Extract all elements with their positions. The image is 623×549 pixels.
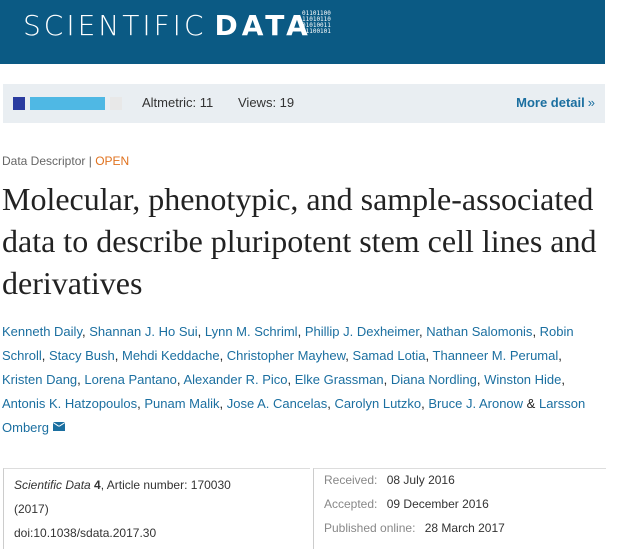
journal-masthead: SCIENTIFIC DATA 01101100 11010110 0101001…: [0, 0, 605, 64]
logo-data-word: DATA: [214, 9, 312, 42]
received-date: 08 July 2016: [386, 473, 455, 487]
article-title: Molecular, phenotypic, and sample-associ…: [2, 181, 597, 301]
altmetric-score[interactable]: Altmetric: 11: [142, 95, 213, 110]
published-row: Published online: 28 March 2017: [324, 521, 505, 535]
author-link[interactable]: Stacy Bush: [49, 348, 115, 363]
received-row: Received: 08 July 2016: [324, 473, 455, 487]
volume-number: 4: [94, 478, 101, 492]
article-number: , Article number: 170030: [100, 478, 231, 492]
author-link[interactable]: Jose A. Cancelas: [227, 396, 327, 411]
article-metrics-bar: Altmetric: 11 Views: 19 More detail»: [3, 84, 605, 123]
more-detail-link[interactable]: More detail»: [516, 95, 595, 110]
author-link[interactable]: Kenneth Daily: [2, 324, 82, 339]
published-date: 28 March 2017: [424, 521, 505, 535]
altmetric-segment: [30, 97, 55, 110]
accepted-row: Accepted: 09 December 2016: [324, 497, 489, 511]
altmetric-segment: [13, 97, 25, 110]
author-link[interactable]: Shannan J. Ho Sui: [89, 324, 197, 339]
author-link[interactable]: Bruce J. Aronow: [428, 396, 523, 411]
logo-binary-graphic: 01101100 11010110 01010011 01100101: [302, 10, 331, 35]
author-link[interactable]: Kristen Dang: [2, 372, 77, 387]
open-access-badge: OPEN: [95, 154, 130, 168]
author-link[interactable]: Elke Grassman: [295, 372, 384, 387]
more-detail-label: More detail: [516, 95, 585, 110]
article-type: Data Descriptor: [2, 154, 86, 168]
altmetric-donut-icon[interactable]: [13, 97, 122, 110]
author-link[interactable]: Christopher Mayhew: [227, 348, 346, 363]
author-link[interactable]: Phillip J. Dexheimer: [305, 324, 419, 339]
views-count: Views: 19: [238, 95, 295, 110]
author-separator: &: [526, 396, 536, 411]
author-link[interactable]: Lorena Pantano: [84, 372, 177, 387]
published-label: Published online:: [324, 521, 416, 535]
double-chevron-right-icon: »: [587, 95, 595, 110]
author-link[interactable]: Lynn M. Schriml: [205, 324, 298, 339]
journal-logo[interactable]: SCIENTIFIC DATA: [23, 9, 312, 42]
accepted-label: Accepted:: [324, 497, 378, 511]
doi[interactable]: doi:10.1038/sdata.2017.30: [14, 526, 156, 540]
author-list: Kenneth Daily, Shannan J. Ho Sui, Lynn M…: [2, 324, 586, 435]
author-link[interactable]: Carolyn Lutzko: [334, 396, 421, 411]
logo-text: SCIENTIFIC: [23, 9, 207, 42]
author-link[interactable]: Winston Hide: [484, 372, 561, 387]
citation-year: (2017): [14, 502, 49, 516]
author-link[interactable]: Punam Malik: [144, 396, 219, 411]
dates-box: Received: 08 July 2016 Accepted: 09 Dece…: [313, 468, 606, 549]
author-link[interactable]: Alexander R. Pico: [183, 372, 287, 387]
citation-box: Scientific Data 4, Article number: 17003…: [3, 468, 310, 549]
author-link[interactable]: Diana Nordling: [391, 372, 477, 387]
journal-name: Scientific Data: [14, 478, 91, 492]
altmetric-segment: [110, 97, 122, 110]
email-icon[interactable]: [52, 422, 65, 432]
author-link[interactable]: Thanneer M. Perumal: [433, 348, 559, 363]
author-link[interactable]: Samad Lotia: [353, 348, 426, 363]
author-link[interactable]: Antonis K. Hatzopoulos: [2, 396, 137, 411]
article-type-line: Data Descriptor | OPEN: [2, 154, 129, 168]
altmetric-segment: [55, 97, 80, 110]
altmetric-segment: [80, 97, 105, 110]
author-link[interactable]: Mehdi Keddache: [122, 348, 220, 363]
accepted-date: 09 December 2016: [386, 497, 489, 511]
type-separator: |: [88, 154, 92, 168]
author-link[interactable]: Nathan Salomonis: [426, 324, 532, 339]
received-label: Received:: [324, 473, 378, 487]
